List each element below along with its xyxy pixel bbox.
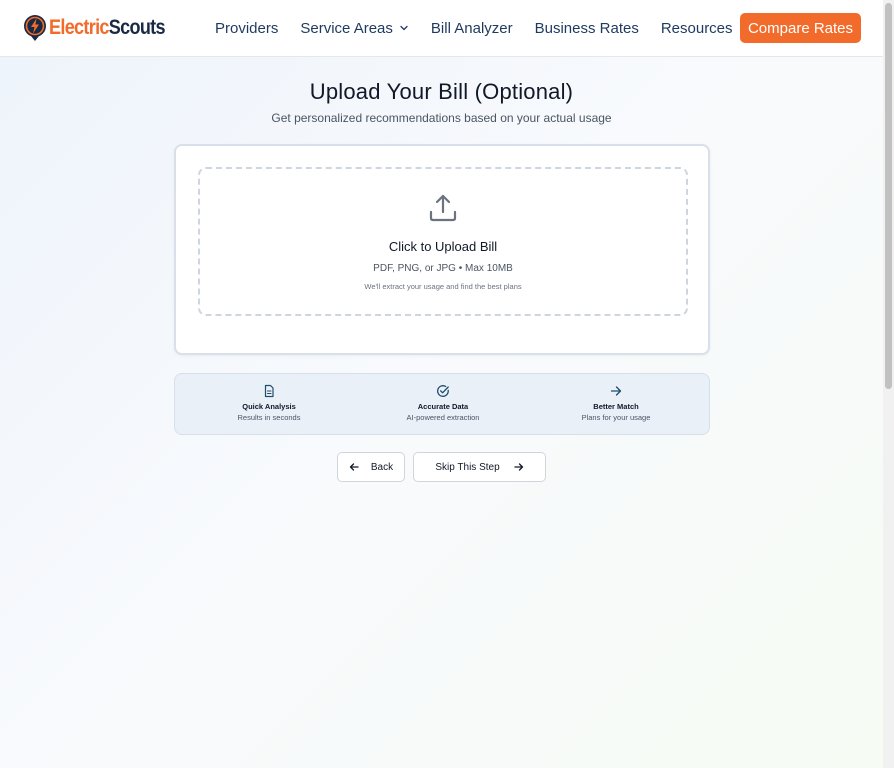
- chevron-down-icon: [400, 25, 408, 31]
- nav-service-areas-label: Service Areas: [300, 19, 393, 37]
- feature-title: Quick Analysis: [242, 402, 296, 411]
- page-title: Upload Your Bill (Optional): [309, 79, 574, 104]
- feature-better-match: Better Match Plans for your usage: [536, 384, 696, 422]
- main-content: Upload Your Bill (Optional) Get personal…: [0, 57, 883, 768]
- arrow-right-icon: [513, 463, 523, 471]
- feature-title: Accurate Data: [417, 402, 469, 411]
- skip-step-button-label: Skip This Step: [435, 461, 500, 473]
- nav-business-rates-label: Business Rates: [534, 19, 639, 37]
- vertical-scrollbar[interactable]: [883, 0, 894, 768]
- upload-title: Click to Upload Bill: [388, 239, 498, 254]
- nav-resources[interactable]: Resources: [661, 20, 749, 37]
- skip-step-button[interactable]: Skip This Step: [413, 452, 546, 482]
- lightning-bolt-icon: [24, 15, 46, 41]
- arrow-right-icon: [610, 386, 622, 396]
- nav-providers[interactable]: Providers: [215, 20, 278, 37]
- logo-text: ElectricScouts: [49, 16, 166, 40]
- nav-bill-analyzer[interactable]: Bill Analyzer: [431, 20, 513, 37]
- upload-dropzone[interactable]: Click to Upload Bill PDF, PNG, or JPG • …: [198, 167, 688, 316]
- nav-resources-label: Resources: [660, 19, 733, 37]
- features-panel: Quick Analysis Results in seconds Accura…: [174, 373, 710, 435]
- upload-card: Click to Upload Bill PDF, PNG, or JPG • …: [174, 144, 710, 355]
- document-icon: [264, 384, 274, 398]
- nav-bill-analyzer-label: Bill Analyzer: [430, 19, 513, 37]
- feature-desc: Plans for your usage: [581, 413, 651, 422]
- back-button[interactable]: Back: [337, 452, 405, 482]
- compare-rates-button[interactable]: Compare Rates: [740, 13, 861, 43]
- upload-icon: [429, 194, 457, 222]
- upload-formats: PDF, PNG, or JPG • Max 10MB: [373, 263, 513, 274]
- feature-desc: Results in seconds: [237, 413, 301, 422]
- page-subtitle: Get personalized recommendations based o…: [271, 111, 612, 125]
- feature-desc: AI-powered extraction: [406, 413, 480, 422]
- main-nav: Providers Service Areas Bill Analyzer Bu…: [215, 0, 771, 56]
- site-header: ElectricScouts Providers Service Areas B…: [0, 0, 883, 57]
- back-button-label: Back: [370, 461, 394, 473]
- arrow-left-icon: [349, 463, 359, 471]
- feature-accurate-data: Accurate Data AI-powered extraction: [363, 384, 523, 422]
- upload-note: We'll extract your usage and find the be…: [364, 282, 522, 291]
- logo[interactable]: ElectricScouts: [23, 14, 184, 42]
- logo-text-scouts: Scouts: [108, 16, 166, 39]
- feature-quick-analysis: Quick Analysis Results in seconds: [189, 384, 349, 422]
- page: ElectricScouts Providers Service Areas B…: [0, 0, 883, 768]
- nav-providers-label: Providers: [215, 19, 279, 37]
- feature-title: Better Match: [593, 402, 639, 411]
- nav-service-areas[interactable]: Service Areas: [300, 20, 409, 37]
- check-circle-icon: [437, 385, 449, 397]
- logo-text-electric: Electric: [49, 16, 109, 39]
- nav-business-rates[interactable]: Business Rates: [535, 20, 639, 37]
- scrollbar-thumb[interactable]: [885, 3, 892, 389]
